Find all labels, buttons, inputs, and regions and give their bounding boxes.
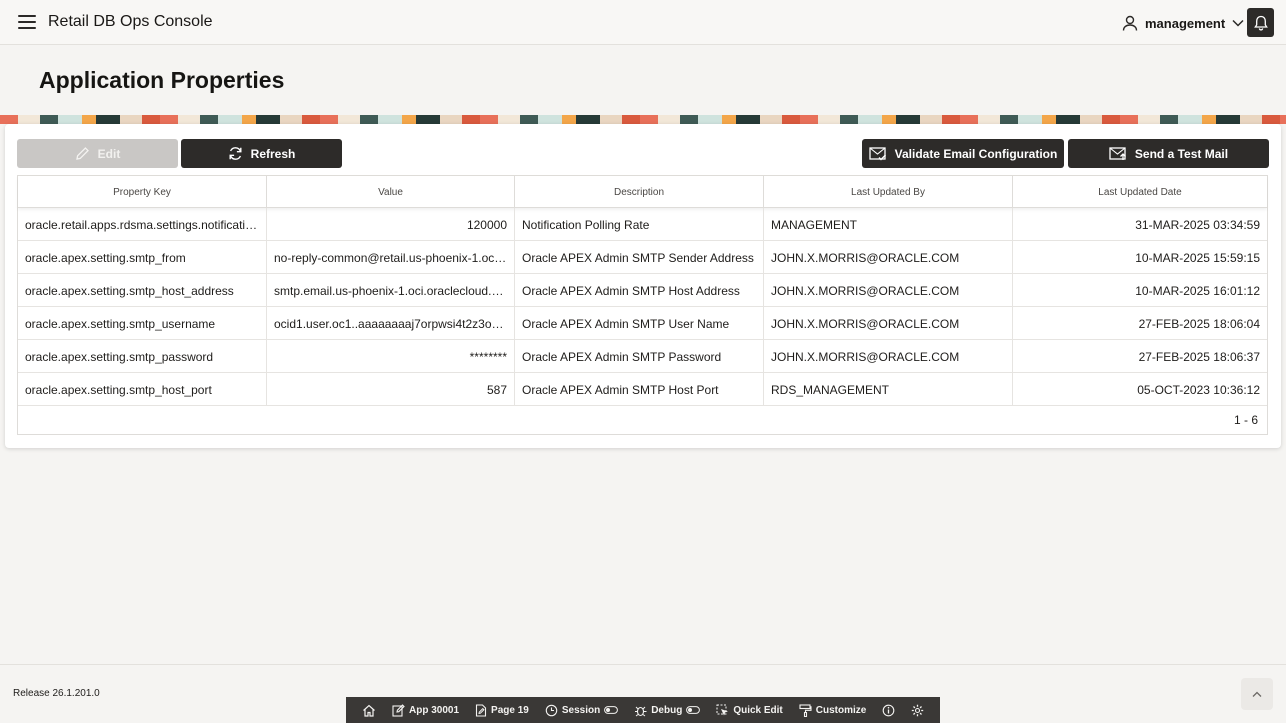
dev-debug-button[interactable]: Debug	[626, 697, 708, 723]
chevron-up-icon	[1252, 691, 1262, 697]
table-row[interactable]: oracle.apex.setting.smtp_host_port 587 O…	[18, 373, 1267, 406]
cell-description[interactable]: Oracle APEX Admin SMTP Sender Address	[515, 241, 764, 274]
send-test-mail-button[interactable]: Send a Test Mail	[1068, 139, 1269, 168]
cell-value[interactable]: ocid1.user.oc1..aaaaaaaaj7orpwsi4t2z3od2…	[267, 307, 515, 340]
dev-debug-label: Debug	[651, 704, 683, 716]
edit-label: Edit	[97, 146, 121, 161]
paint-roller-icon	[799, 703, 812, 717]
cell-value[interactable]: ********	[267, 340, 515, 373]
validate-email-label: Validate Email Configuration	[894, 146, 1058, 161]
cell-value[interactable]: 120000	[267, 208, 515, 241]
email-check-icon	[868, 147, 886, 161]
refresh-label: Refresh	[250, 146, 296, 161]
decorative-banner	[0, 115, 1286, 124]
table-row[interactable]: oracle.apex.setting.smtp_username ocid1.…	[18, 307, 1267, 340]
dev-customize-label: Customize	[815, 704, 867, 716]
cell-last-updated-by[interactable]: JOHN.X.MORRIS@ORACLE.COM	[764, 241, 1013, 274]
scroll-to-top-button[interactable]	[1241, 678, 1273, 710]
cell-last-updated-by[interactable]: RDS_MANAGEMENT	[764, 373, 1013, 406]
dev-page-button[interactable]: Page 19	[467, 697, 537, 723]
column-header-last-updated-by[interactable]: Last Updated By	[764, 176, 1013, 208]
edit-app-icon	[392, 703, 405, 717]
developer-toolbar: App 30001 Page 19 Session Debug Quick Ed…	[346, 697, 940, 723]
edit-page-icon	[475, 703, 487, 717]
menu-icon[interactable]	[18, 15, 36, 29]
cursor-select-icon	[716, 704, 729, 715]
table-row[interactable]: oracle.apex.setting.smtp_password ******…	[18, 340, 1267, 373]
column-header-value[interactable]: Value	[267, 176, 515, 208]
cell-description[interactable]: Oracle APEX Admin SMTP Password	[515, 340, 764, 373]
cell-property-key[interactable]: oracle.apex.setting.smtp_host_port	[18, 373, 267, 406]
page-title: Application Properties	[39, 67, 285, 93]
dev-page-label: Page 19	[491, 704, 529, 716]
cell-last-updated-by[interactable]: JOHN.X.MORRIS@ORACLE.COM	[764, 340, 1013, 373]
dev-settings-button[interactable]	[903, 697, 932, 723]
cell-value[interactable]: smtp.email.us-phoenix-1.oci.oraclecloud.…	[267, 274, 515, 307]
column-header-property-key[interactable]: Property Key	[18, 176, 267, 208]
pencil-icon	[75, 147, 89, 160]
cell-property-key[interactable]: oracle.apex.setting.smtp_password	[18, 340, 267, 373]
user-name: management	[1145, 15, 1226, 31]
top-header: Retail DB Ops Console management	[0, 0, 1286, 45]
toggle-icon	[604, 706, 619, 714]
cell-last-updated-date[interactable]: 31-MAR-2025 03:34:59	[1013, 208, 1267, 241]
bell-icon	[1253, 15, 1268, 31]
table-row[interactable]: oracle.apex.setting.smtp_from no-reply-c…	[18, 241, 1267, 274]
dev-home-button[interactable]	[354, 697, 384, 723]
cell-property-key[interactable]: oracle.apex.setting.smtp_host_address	[18, 274, 267, 307]
cell-value[interactable]: 587	[267, 373, 515, 406]
dev-app-button[interactable]: App 30001	[384, 697, 467, 723]
cell-last-updated-date[interactable]: 27-FEB-2025 18:06:37	[1013, 340, 1267, 373]
send-mail-icon	[1109, 147, 1126, 160]
pagination-range: 1 - 6	[1233, 413, 1258, 427]
cell-value[interactable]: no-reply-common@retail.us-phoenix-1.ocs.…	[267, 241, 515, 274]
cell-last-updated-date[interactable]: 05-OCT-2023 10:36:12	[1013, 373, 1267, 406]
cell-description[interactable]: Notification Polling Rate	[515, 208, 764, 241]
cell-last-updated-by[interactable]: JOHN.X.MORRIS@ORACLE.COM	[764, 274, 1013, 307]
column-header-last-updated-date[interactable]: Last Updated Date	[1013, 176, 1267, 208]
chevron-down-icon	[1232, 19, 1244, 27]
dev-quick-edit-label: Quick Edit	[733, 704, 783, 716]
dev-info-button[interactable]	[874, 697, 903, 723]
table-row[interactable]: oracle.retail.apps.rdsma.settings.notifi…	[18, 208, 1267, 241]
toggle-icon	[686, 706, 701, 714]
refresh-button[interactable]: Refresh	[181, 139, 342, 168]
gear-icon	[912, 704, 924, 716]
dev-customize-button[interactable]: Customize	[791, 697, 875, 723]
properties-grid: Property Key Value Description Last Upda…	[17, 175, 1268, 435]
notifications-button[interactable]	[1247, 8, 1274, 37]
user-icon	[1122, 15, 1138, 31]
cell-description[interactable]: Oracle APEX Admin SMTP User Name	[515, 307, 764, 340]
grid-header: Property Key Value Description Last Upda…	[18, 176, 1267, 208]
cell-last-updated-date[interactable]: 10-MAR-2025 15:59:15	[1013, 241, 1267, 274]
send-test-mail-label: Send a Test Mail	[1134, 146, 1229, 161]
cell-description[interactable]: Oracle APEX Admin SMTP Host Port	[515, 373, 764, 406]
cell-property-key[interactable]: oracle.retail.apps.rdsma.settings.notifi…	[18, 208, 267, 241]
dev-app-label: App 30001	[409, 704, 460, 716]
validate-email-button[interactable]: Validate Email Configuration	[862, 139, 1064, 168]
table-row[interactable]: oracle.apex.setting.smtp_host_address sm…	[18, 274, 1267, 307]
cell-description[interactable]: Oracle APEX Admin SMTP Host Address	[515, 274, 764, 307]
dev-quick-edit-button[interactable]: Quick Edit	[708, 697, 790, 723]
release-version: Release 26.1.201.0	[13, 688, 100, 699]
cell-last-updated-by[interactable]: MANAGEMENT	[764, 208, 1013, 241]
cell-last-updated-by[interactable]: JOHN.X.MORRIS@ORACLE.COM	[764, 307, 1013, 340]
grid-body: oracle.retail.apps.rdsma.settings.notifi…	[18, 208, 1267, 406]
dev-session-label: Session	[561, 704, 601, 716]
refresh-icon	[229, 147, 242, 160]
bug-icon	[635, 706, 647, 716]
cell-property-key[interactable]: oracle.apex.setting.smtp_from	[18, 241, 267, 274]
edit-button[interactable]: Edit	[17, 139, 178, 168]
cell-last-updated-date[interactable]: 10-MAR-2025 16:01:12	[1013, 274, 1267, 307]
cell-last-updated-date[interactable]: 27-FEB-2025 18:06:04	[1013, 307, 1267, 340]
footer-divider	[0, 664, 1286, 665]
home-icon	[363, 704, 375, 717]
info-icon	[882, 704, 895, 716]
column-header-description[interactable]: Description	[515, 176, 764, 208]
cell-property-key[interactable]: oracle.apex.setting.smtp_username	[18, 307, 267, 340]
session-icon	[545, 704, 558, 716]
user-menu[interactable]: management	[1122, 12, 1244, 34]
dev-session-button[interactable]: Session	[537, 697, 626, 723]
app-title[interactable]: Retail DB Ops Console	[48, 13, 213, 31]
